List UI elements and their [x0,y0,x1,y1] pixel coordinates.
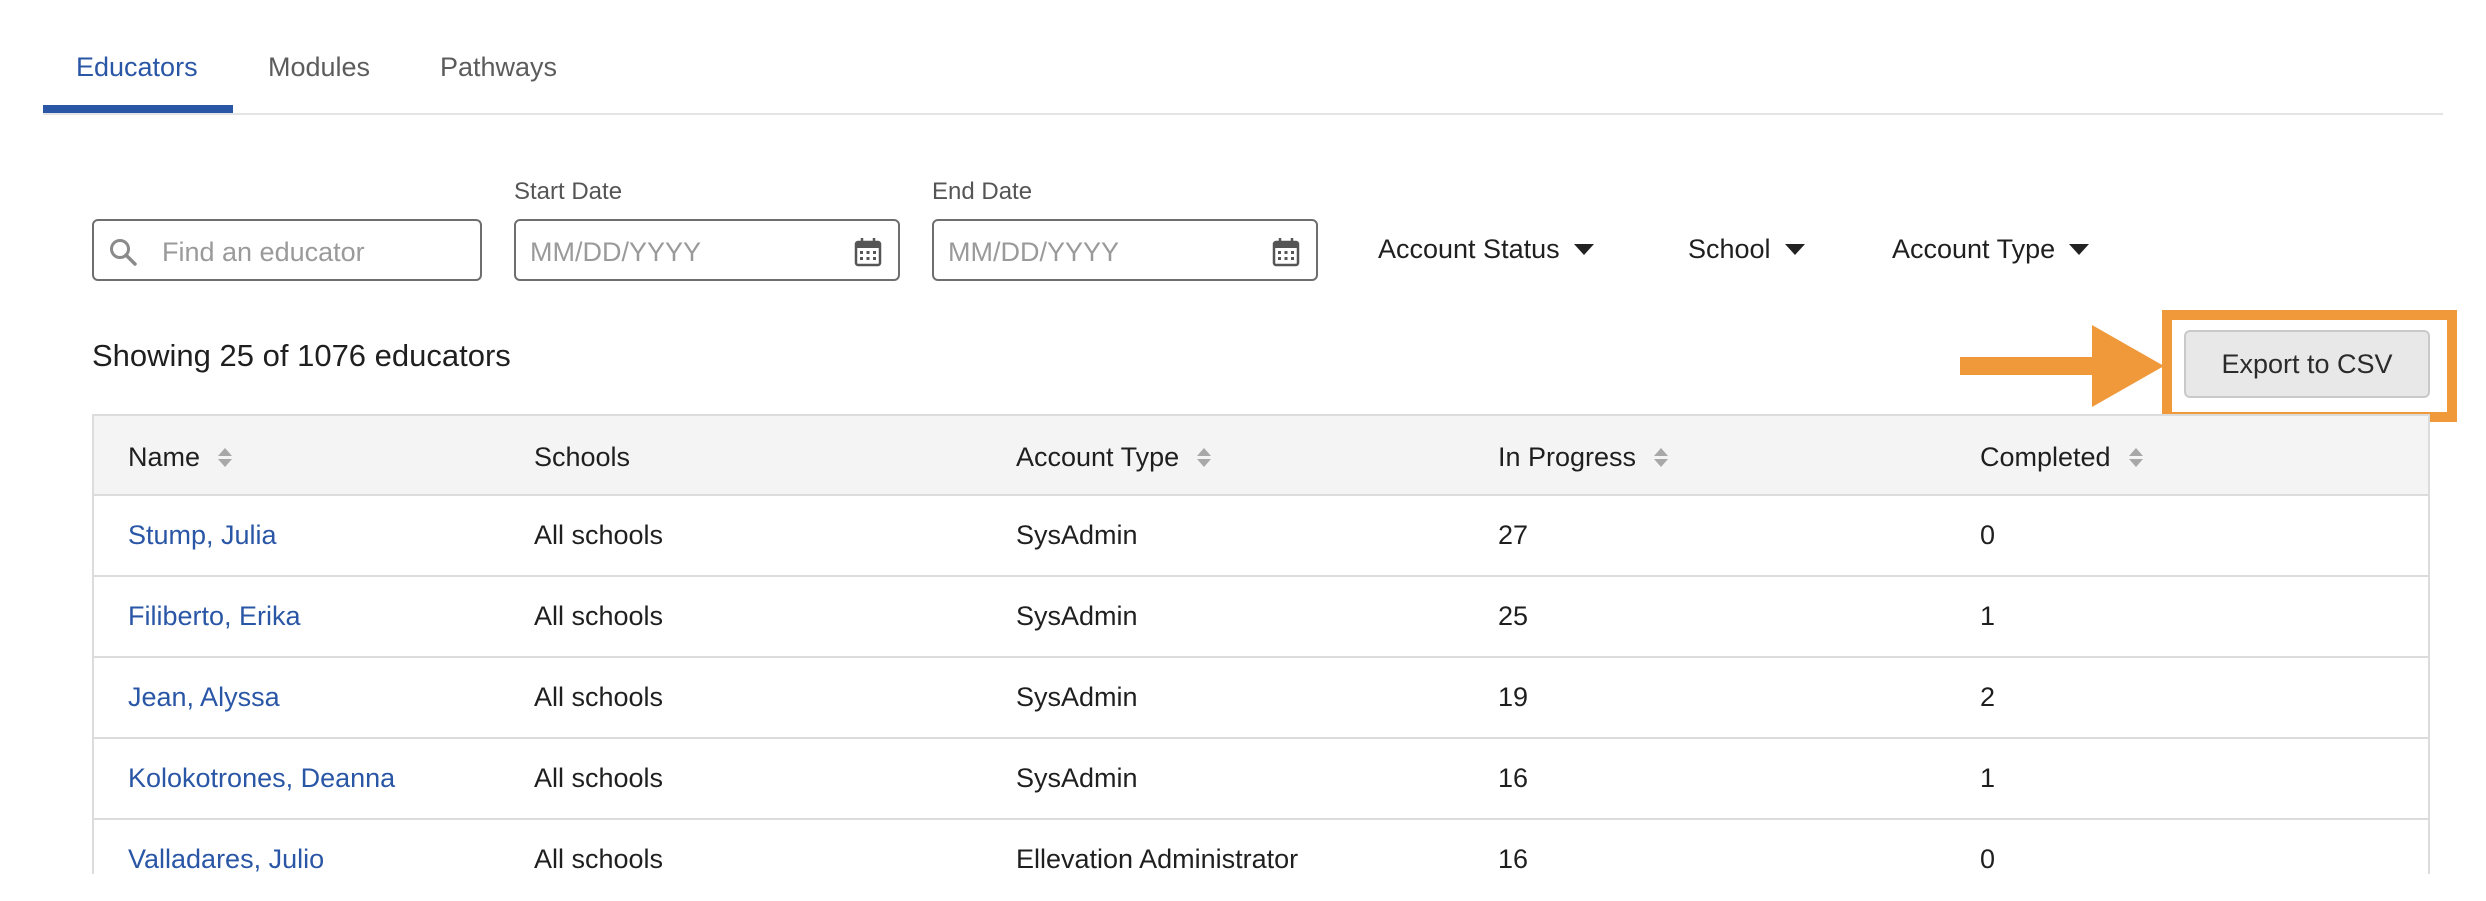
tab-pathways[interactable]: Pathways [440,52,557,83]
table-row: Kolokotrones, Deanna All schools SysAdmi… [94,739,2428,820]
arrow-head-icon [2092,325,2164,407]
export-csv-button[interactable]: Export to CSV [2184,330,2430,398]
active-tab-indicator [43,105,233,113]
sort-icon [218,448,233,467]
completed-cell: 2 [1980,682,1996,712]
calendar-icon[interactable] [854,237,882,272]
end-date-field[interactable]: MM/DD/YYYY [932,219,1318,281]
table-row: Valladares, Julio All schools Ellevation… [94,820,2428,901]
account-type-label: Account Type [1892,234,2056,264]
schools-cell: All schools [534,844,664,874]
arrow-icon [1960,357,2100,375]
search-icon [108,237,138,272]
column-header-label: Completed [1980,442,2111,472]
account-status-dropdown[interactable]: Account Status [1378,234,1594,265]
completed-cell: 0 [1980,844,1996,874]
account-type-cell: SysAdmin [1016,601,1138,631]
search-input[interactable]: Find an educator [92,219,482,281]
column-header-label: Schools [534,442,631,472]
search-placeholder: Find an educator [162,237,365,267]
educator-name-link[interactable]: Kolokotrones, Deanna [128,763,395,794]
educators-table: Name Schools Account Type In Progress Co… [92,414,2430,874]
educator-name-link[interactable]: Filiberto, Erika [128,601,301,632]
in-progress-cell: 19 [1498,682,1529,712]
caret-down-icon [1784,244,1805,255]
educator-name-link[interactable]: Stump, Julia [128,520,277,551]
in-progress-cell: 27 [1498,520,1529,550]
start-date-label: Start Date [514,178,623,205]
tab-educators[interactable]: Educators [76,52,198,83]
schools-cell: All schools [534,763,664,793]
in-progress-cell: 16 [1498,844,1529,874]
account-type-dropdown[interactable]: Account Type [1892,234,2090,265]
sort-icon [1654,448,1669,467]
account-type-cell: SysAdmin [1016,682,1138,712]
completed-cell: 0 [1980,520,1996,550]
end-date-label: End Date [932,178,1033,205]
in-progress-cell: 25 [1498,601,1529,631]
table-row: Stump, Julia All schools SysAdmin 27 0 [94,496,2428,577]
schools-cell: All schools [534,520,664,550]
caret-down-icon [1573,244,1594,255]
account-status-label: Account Status [1378,234,1560,264]
schools-cell: All schools [534,682,664,712]
results-count: Showing 25 of 1076 educators [92,338,511,373]
caret-down-icon [2069,244,2090,255]
completed-cell: 1 [1980,763,1996,793]
sort-icon [1197,448,1212,467]
column-header-completed[interactable]: Completed [1980,442,2143,473]
in-progress-cell: 16 [1498,763,1529,793]
educator-name-link[interactable]: Valladares, Julio [128,844,324,875]
column-header-schools: Schools [534,442,630,473]
column-header-in-progress[interactable]: In Progress [1498,442,1669,473]
column-header-label: Account Type [1016,442,1180,472]
school-dropdown[interactable]: School [1688,234,1805,265]
account-type-cell: Ellevation Administrator [1016,844,1299,874]
calendar-icon[interactable] [1272,237,1300,272]
account-type-cell: SysAdmin [1016,763,1138,793]
end-date-placeholder: MM/DD/YYYY [948,237,1120,267]
table-header: Name Schools Account Type In Progress Co… [94,416,2428,496]
table-row: Jean, Alyssa All schools SysAdmin 19 2 [94,658,2428,739]
tab-modules[interactable]: Modules [268,52,370,83]
sort-icon [2128,448,2143,467]
completed-cell: 1 [1980,601,1996,631]
tab-bar: Educators Modules Pathways [43,0,2443,115]
table-row: Filiberto, Erika All schools SysAdmin 25… [94,577,2428,658]
start-date-placeholder: MM/DD/YYYY [530,237,702,267]
educator-name-link[interactable]: Jean, Alyssa [128,682,280,713]
school-label: School [1688,234,1771,264]
account-type-cell: SysAdmin [1016,520,1138,550]
column-header-account-type[interactable]: Account Type [1016,442,1212,473]
column-header-name[interactable]: Name [128,442,233,473]
column-header-label: Name [128,442,201,472]
column-header-label: In Progress [1498,442,1637,472]
start-date-field[interactable]: MM/DD/YYYY [514,219,900,281]
schools-cell: All schools [534,601,664,631]
